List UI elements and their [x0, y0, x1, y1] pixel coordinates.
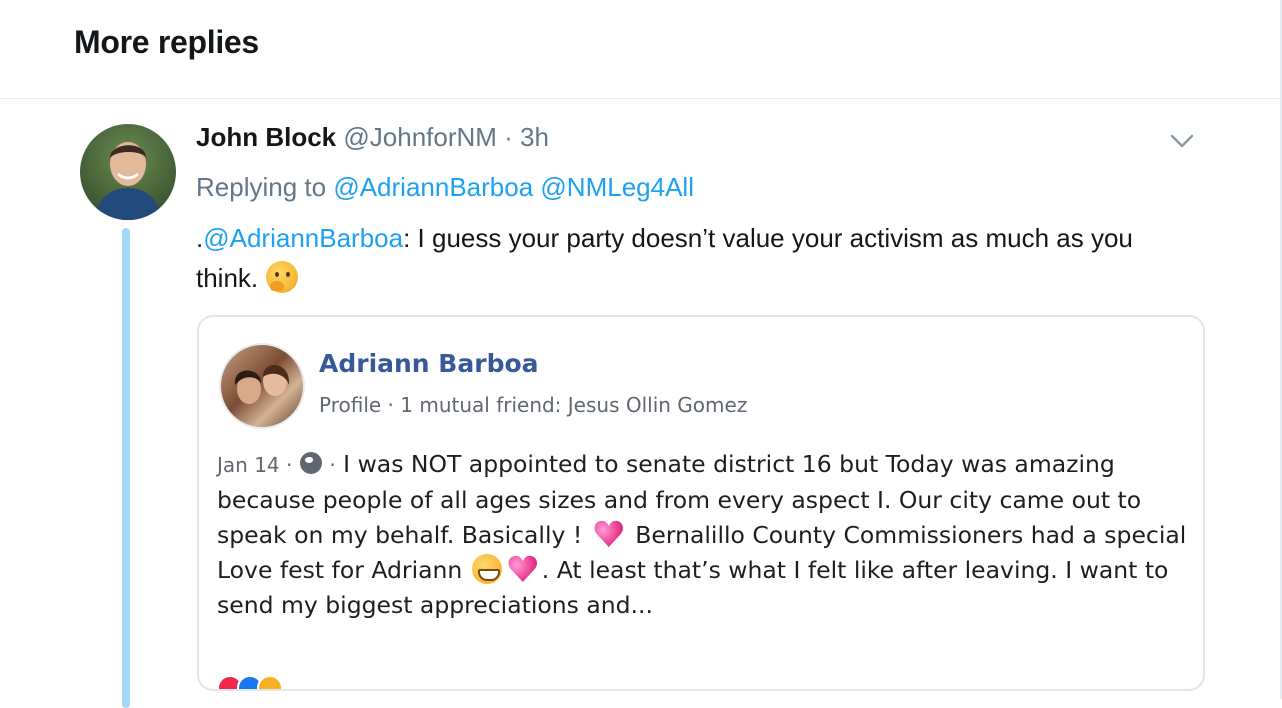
replies-header: More replies: [0, 0, 1280, 99]
post-date[interactable]: Jan 14 ·: [217, 453, 292, 477]
post-date-separator: ·: [329, 453, 336, 477]
avatar-photo: [234, 365, 290, 404]
avatar-photo: [94, 142, 162, 220]
avatar[interactable]: [219, 343, 305, 429]
author-handle[interactable]: @JohnforNM: [343, 122, 497, 152]
grinning-face-icon: [471, 554, 502, 584]
mention-link[interactable]: @AdriannBarboa: [333, 172, 533, 202]
fb-profile-subtitle: Profile · 1 mutual friend: Jesus Ollin G…: [319, 393, 748, 417]
mention-link[interactable]: @NMLeg4All: [540, 172, 694, 202]
thread-line: [122, 228, 130, 708]
reactions: [217, 675, 283, 689]
haha-reaction-icon: [257, 675, 283, 689]
mention-link[interactable]: @AdriannBarboa: [203, 223, 403, 253]
tweet-text: .@AdriannBarboa: I guess your party does…: [196, 218, 1186, 298]
tweet-header: John Block @JohnforNM · 3h: [196, 122, 549, 153]
sparkling-heart-icon: [594, 520, 624, 548]
fb-profile-name[interactable]: Adriann Barboa: [319, 349, 539, 378]
chevron-down-icon[interactable]: [1168, 130, 1196, 152]
globe-icon: [299, 452, 322, 474]
fb-post-text: Jan 14 · · I was NOT appointed to senate…: [217, 447, 1189, 623]
page-title: More replies: [74, 24, 259, 60]
sparkling-heart-icon: [508, 555, 538, 583]
author-name[interactable]: John Block: [196, 122, 336, 152]
replying-to: Replying to @AdriannBarboa @NMLeg4All: [196, 172, 694, 203]
avatar[interactable]: [80, 124, 176, 220]
thinking-face-icon: [266, 261, 299, 293]
tweet-time[interactable]: · 3h: [504, 122, 549, 152]
quoted-facebook-post[interactable]: Adriann Barboa Profile · 1 mutual friend…: [197, 315, 1205, 691]
replying-label: Replying to: [196, 172, 327, 202]
